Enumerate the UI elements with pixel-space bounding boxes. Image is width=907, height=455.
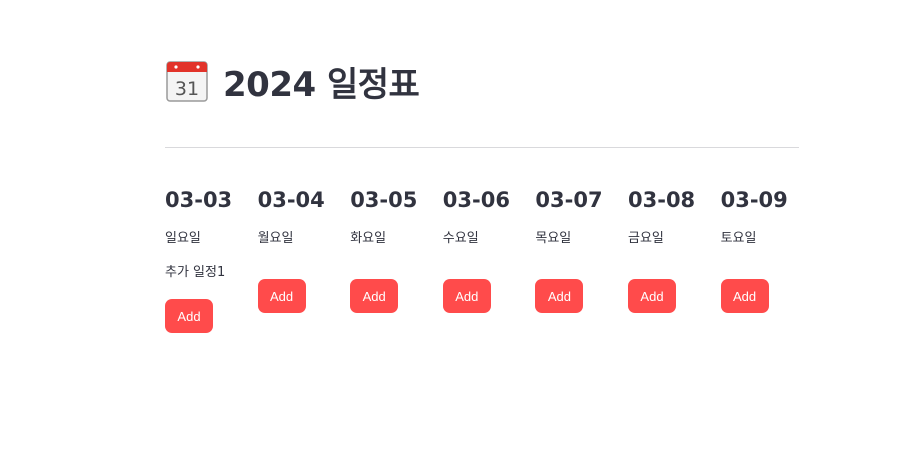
add-event-button[interactable]: Add: [257, 279, 306, 313]
week-columns: 03-03 일요일추가 일정1 Add 03-04 월요일 Add 03-05 화요일 Add 0…: [165, 185, 799, 355]
day-weekday: 월요일: [257, 231, 294, 246]
day-date: 03-03: [165, 188, 233, 212]
page-header: 31 2024 일정표: [165, 56, 420, 106]
calendar-icon: 31: [165, 59, 209, 103]
day-weekday: 금요일: [628, 231, 664, 246]
schedule-page: 31 2024 일정표 03-03 일요일추가 일정1 Add 03-04 월요일 Add…: [165, 0, 799, 455]
page-title: 2024 일정표: [223, 64, 420, 105]
calendar-icon-day: 31: [175, 78, 199, 100]
day-date: 03-09: [720, 188, 788, 212]
day-date: 03-08: [628, 188, 696, 212]
add-event-button[interactable]: Add: [350, 279, 399, 313]
day-date: 03-05: [350, 188, 418, 212]
event-item: 추가 일정1: [165, 265, 226, 280]
add-event-button[interactable]: Add: [535, 279, 584, 313]
add-event-button[interactable]: Add: [165, 299, 213, 333]
day-date: 03-07: [535, 188, 603, 212]
day-date: 03-04: [257, 188, 325, 212]
day-weekday: 수요일: [442, 231, 479, 246]
day-weekday: 일요일: [165, 231, 201, 246]
add-event-button[interactable]: Add: [628, 279, 676, 313]
day-weekday: 목요일: [535, 231, 572, 246]
add-event-button[interactable]: Add: [442, 279, 491, 313]
divider: [165, 147, 799, 148]
day-date: 03-06: [442, 188, 510, 212]
day-weekday: 화요일: [350, 231, 387, 246]
day-weekday: 토요일: [720, 231, 757, 246]
add-event-button[interactable]: Add: [720, 279, 769, 313]
